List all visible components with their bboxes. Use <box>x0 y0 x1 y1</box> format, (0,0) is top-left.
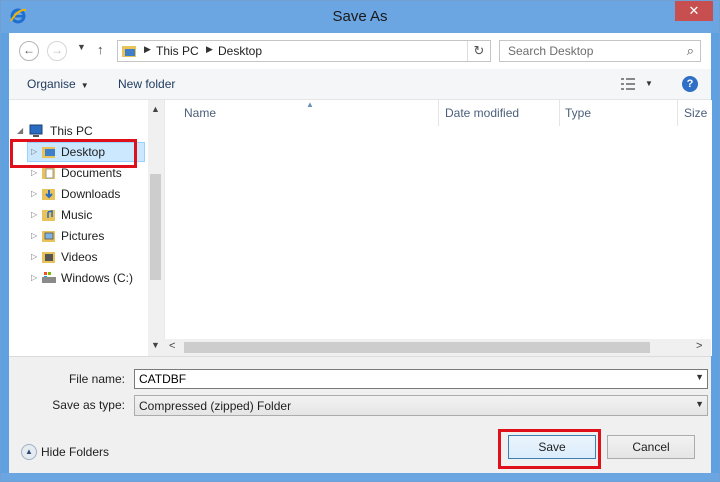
chevron-down-icon[interactable]: ▼ <box>695 399 704 409</box>
save-as-type-value: Compressed (zipped) Folder <box>139 399 292 413</box>
column-header-date-modified[interactable]: Date modified <box>445 106 519 120</box>
back-button[interactable]: ← <box>19 41 39 61</box>
tree-label: Desktop <box>61 145 106 159</box>
help-button[interactable]: ? <box>682 76 698 92</box>
column-header-name[interactable]: Name <box>184 106 216 120</box>
file-name-combobox[interactable]: ▼ <box>134 369 708 389</box>
breadcrumb-desktop[interactable]: Desktop <box>218 44 262 58</box>
scroll-up-icon[interactable]: ▲ <box>151 104 160 114</box>
scroll-thumb[interactable] <box>150 174 161 280</box>
breadcrumb-this-pc[interactable]: This PC <box>156 44 199 58</box>
expand-arrow-icon[interactable]: ▷ <box>31 268 37 288</box>
refresh-button[interactable]: ↻ <box>467 41 490 61</box>
breadcrumb-separator[interactable]: ▶ <box>206 44 213 55</box>
file-list[interactable]: ▲ Name Date modified Type Size <box>164 100 712 356</box>
collapse-icon: ▲ <box>21 444 37 460</box>
save-options-area: File name: ▼ Save as type: Compressed (z… <box>9 356 711 474</box>
expand-arrow-icon[interactable]: ▷ <box>31 205 37 225</box>
scroll-thumb[interactable] <box>184 342 650 353</box>
search-icon[interactable]: ⌕ <box>687 43 694 59</box>
expand-arrow-icon[interactable]: ▷ <box>31 226 37 246</box>
tree-label: Music <box>61 208 93 222</box>
pictures-folder-icon <box>42 231 55 242</box>
computer-icon <box>29 124 43 137</box>
downloads-folder-icon <box>42 189 55 200</box>
column-header-size[interactable]: Size <box>684 106 707 120</box>
videos-folder-icon <box>42 252 55 263</box>
tree-label: Videos <box>61 250 98 264</box>
hide-folders-button[interactable]: ▲ Hide Folders <box>21 442 109 462</box>
music-folder-icon <box>42 210 55 221</box>
save-as-type-select[interactable]: Compressed (zipped) Folder ▼ <box>134 395 708 416</box>
save-as-dialog: Save As ✕ ← → ▼ ↑ ▶ This PC ▶ Desktop ↻ <box>0 0 720 482</box>
search-input[interactable] <box>500 41 678 61</box>
navigation-bar: ← → ▼ ↑ ▶ This PC ▶ Desktop ↻ ⌕ <box>9 33 711 69</box>
sort-ascending-icon: ▲ <box>306 100 314 109</box>
column-divider[interactable] <box>559 100 560 126</box>
drive-icon <box>42 272 56 283</box>
documents-folder-icon <box>42 168 55 179</box>
view-options-icon[interactable] <box>621 78 637 93</box>
tree-label: This PC <box>50 124 93 138</box>
expand-arrow-icon[interactable]: ▷ <box>31 142 37 162</box>
tree-label: Downloads <box>61 187 121 201</box>
window-border <box>1 473 719 481</box>
navigation-pane-scrollbar[interactable]: ▲ ▼ <box>148 100 163 356</box>
expand-arrow-icon[interactable]: ▷ <box>31 163 37 183</box>
expand-arrow-icon[interactable]: ▷ <box>31 184 37 204</box>
column-header-type[interactable]: Type <box>565 106 591 120</box>
file-name-label: File name: <box>68 372 125 386</box>
expand-arrow-icon[interactable]: ▷ <box>31 247 37 267</box>
scroll-left-icon[interactable]: < <box>169 340 175 352</box>
expand-arrow-icon[interactable]: ◢ <box>17 121 23 141</box>
column-divider[interactable] <box>677 100 678 126</box>
organise-label: Organise <box>27 77 76 91</box>
save-button[interactable]: Save <box>508 435 596 459</box>
tree-label: Documents <box>61 166 122 180</box>
view-dropdown-icon[interactable]: ▼ <box>645 79 653 88</box>
window-title: Save As <box>332 8 388 25</box>
scroll-right-icon[interactable]: > <box>696 340 702 352</box>
recent-locations-dropdown[interactable]: ▼ <box>77 42 86 52</box>
forward-button[interactable]: → <box>47 41 67 61</box>
navigation-pane: ◢ This PC ▷ Desktop ▷ Documents ▷ Downlo… <box>9 100 163 356</box>
title-bar[interactable]: Save As ✕ <box>1 1 719 33</box>
address-bar[interactable]: ▶ This PC ▶ Desktop ↻ <box>117 40 491 62</box>
dialog-body: ← → ▼ ↑ ▶ This PC ▶ Desktop ↻ ⌕ <box>9 33 712 474</box>
breadcrumb-separator[interactable]: ▶ <box>144 44 151 55</box>
up-button[interactable]: ↑ <box>97 42 104 57</box>
hide-folders-label: Hide Folders <box>41 445 110 459</box>
search-box[interactable]: ⌕ <box>499 40 701 62</box>
cancel-button[interactable]: Cancel <box>607 435 695 459</box>
tree-label: Windows (C:) <box>61 271 134 285</box>
desktop-folder-icon <box>42 147 55 158</box>
command-bar: Organise ▼ New folder ▼ ? <box>9 69 711 100</box>
chevron-down-icon[interactable]: ▼ <box>695 372 704 382</box>
this-pc-folder-icon <box>122 46 136 57</box>
tree-item-desktop[interactable]: ▷ Desktop <box>27 142 145 162</box>
tree-label: Pictures <box>61 229 105 243</box>
close-button[interactable]: ✕ <box>675 1 713 21</box>
organise-button[interactable]: Organise ▼ <box>27 77 89 91</box>
save-as-type-label: Save as type: <box>52 398 125 412</box>
chevron-down-icon: ▼ <box>80 81 89 90</box>
scroll-down-icon[interactable]: ▼ <box>151 340 160 350</box>
column-divider[interactable] <box>438 100 439 126</box>
file-name-input[interactable] <box>135 370 679 388</box>
new-folder-button[interactable]: New folder <box>118 77 175 91</box>
file-list-horizontal-scrollbar[interactable]: < > <box>164 339 711 356</box>
